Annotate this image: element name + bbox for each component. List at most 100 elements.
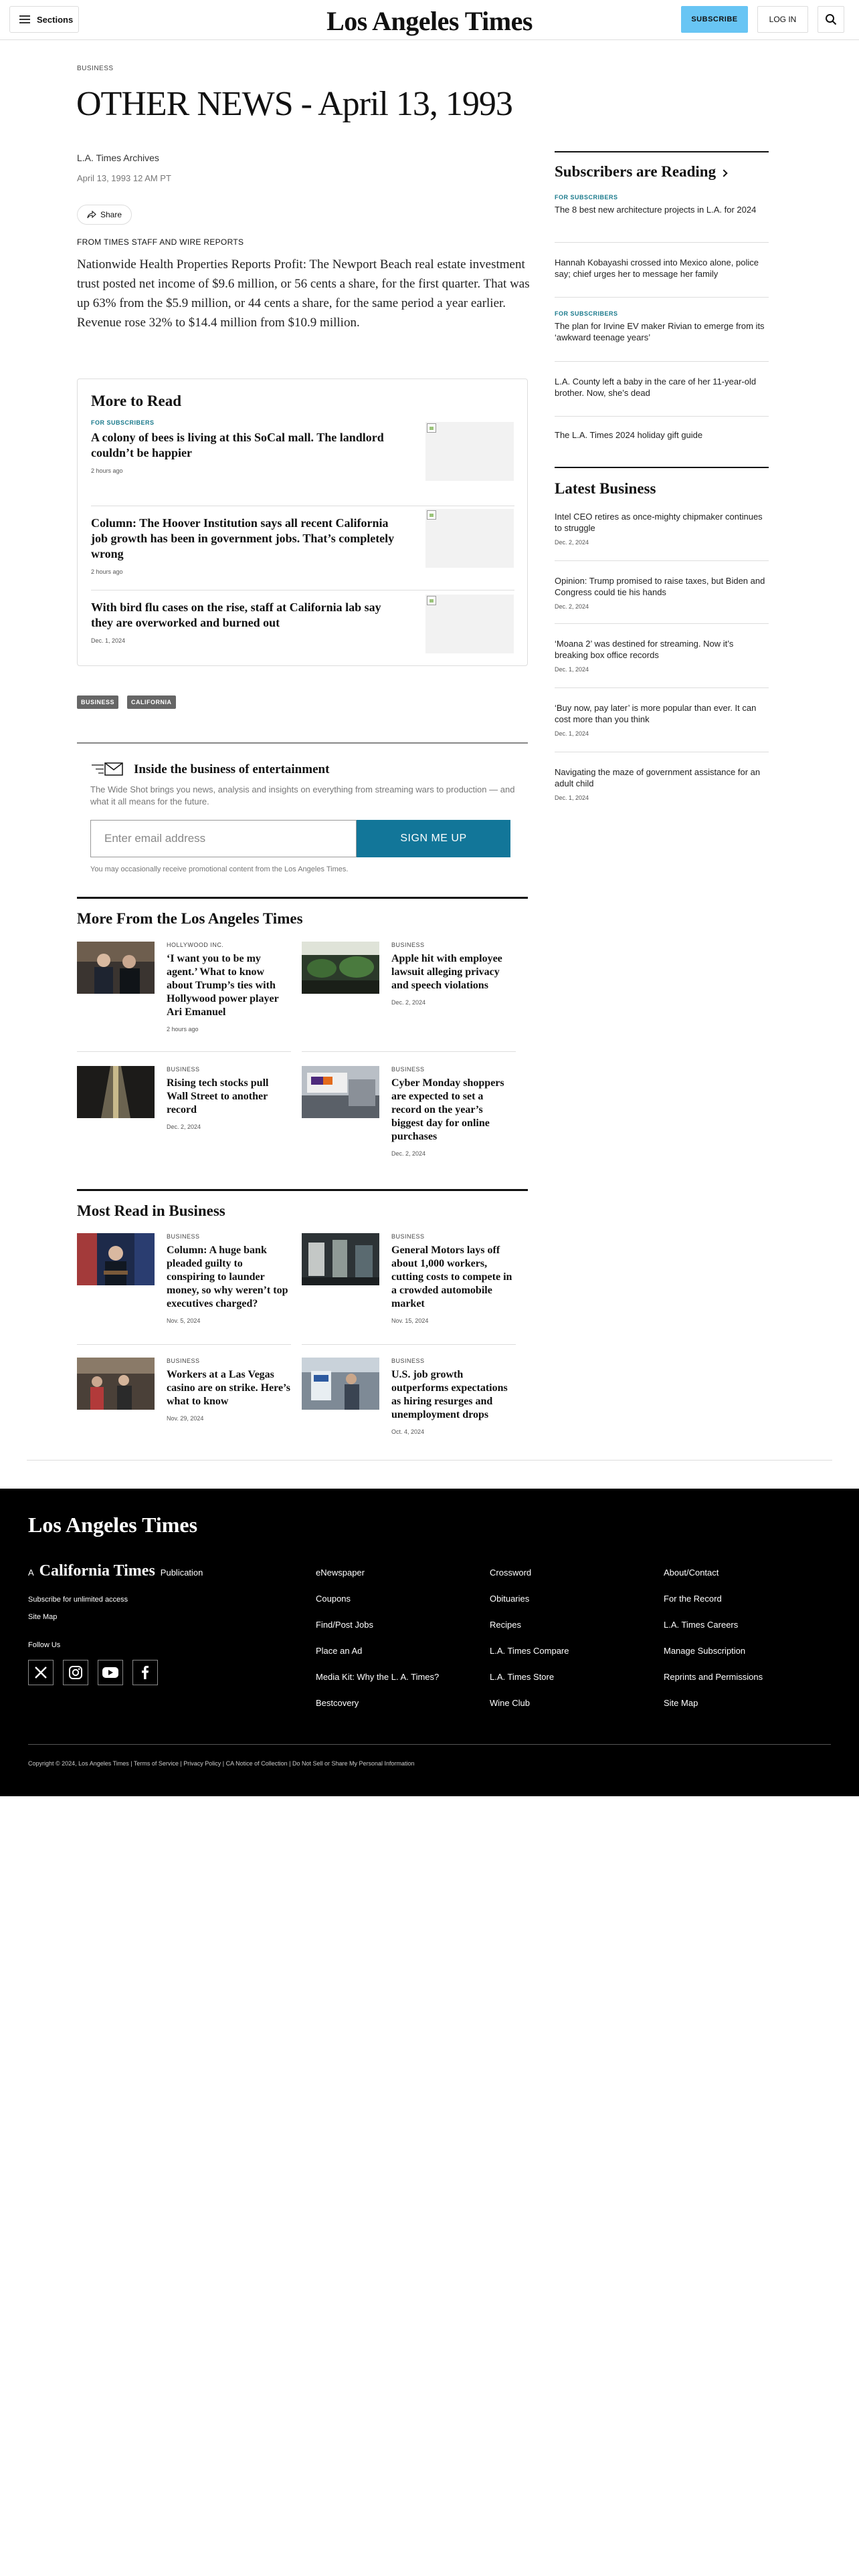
sidebar-item-text[interactable]: L.A. County left a baby in the care of h…: [555, 376, 769, 399]
footer-link-bestcovery[interactable]: Bestcovery: [316, 1698, 359, 1708]
card-headline[interactable]: General Motors lays off about 1,000 work…: [391, 1244, 516, 1311]
thumbnail-image[interactable]: [425, 595, 514, 653]
instagram-link[interactable]: [63, 1660, 88, 1685]
subscribers-reading-title[interactable]: Subscribers are Reading: [555, 163, 728, 181]
card-tag[interactable]: BUSINESS: [391, 1233, 516, 1240]
story-card[interactable]: BUSINESS Cyber Monday shoppers are expec…: [302, 1066, 516, 1166]
sidebar-item[interactable]: Intel CEO retires as once-mighty chipmak…: [555, 511, 769, 546]
story-image[interactable]: [77, 1066, 155, 1118]
footer-link-site-map[interactable]: Site Map: [664, 1698, 698, 1708]
newsletter-description: The Wide Shot brings you news, analysis …: [90, 784, 515, 807]
story-image[interactable]: [302, 1358, 379, 1410]
card-headline[interactable]: Apple hit with employee lawsuit alleging…: [391, 952, 516, 992]
youtube-link[interactable]: [98, 1660, 123, 1685]
footer-link-for-the-record[interactable]: For the Record: [664, 1594, 722, 1604]
footer-link-manage-subscription[interactable]: Manage Subscription: [664, 1646, 745, 1656]
sidebar-item-text[interactable]: Opinion: Trump promised to raise taxes, …: [555, 575, 769, 598]
card-headline[interactable]: Workers at a Las Vegas casino are on str…: [167, 1368, 291, 1408]
sidebar-item[interactable]: ‘Moana 2’ was destined for streaming. No…: [555, 638, 769, 673]
sidebar-item[interactable]: L.A. County left a baby in the care of h…: [555, 376, 769, 399]
footer-subscribe-link[interactable]: Subscribe for unlimited access: [28, 1596, 128, 1604]
footer-link-recipes[interactable]: Recipes: [490, 1620, 521, 1630]
card-tag[interactable]: BUSINESS: [391, 1358, 516, 1364]
story-card[interactable]: HOLLYWOOD INC. ‘I want you to be my agen…: [77, 942, 291, 1042]
story-image[interactable]: [77, 942, 155, 994]
sidebar-item-text[interactable]: Hannah Kobayashi crossed into Mexico alo…: [555, 257, 769, 280]
list-item-headline[interactable]: With bird flu cases on the rise, staff a…: [91, 600, 405, 631]
card-headline[interactable]: Cyber Monday shoppers are expected to se…: [391, 1077, 516, 1144]
footer-link-obituaries[interactable]: Obituaries: [490, 1594, 529, 1604]
sidebar-item-text[interactable]: The 8 best new architecture projects in …: [555, 204, 769, 215]
story-card[interactable]: BUSINESS Column: A huge bank pleaded gui…: [77, 1233, 291, 1333]
footer-link-about[interactable]: About/Contact: [664, 1568, 719, 1578]
thumbnail-image[interactable]: [425, 422, 514, 481]
login-button[interactable]: LOG IN: [757, 6, 808, 33]
sidebar-item-text[interactable]: ‘Buy now, pay later’ is more popular tha…: [555, 702, 769, 725]
footer-link-compare[interactable]: L.A. Times Compare: [490, 1646, 569, 1656]
card-tag[interactable]: BUSINESS: [391, 1066, 516, 1073]
card-tag[interactable]: BUSINESS: [167, 1233, 291, 1240]
card-tag[interactable]: BUSINESS: [167, 1066, 291, 1073]
card-tag[interactable]: BUSINESS: [391, 942, 516, 948]
footer-link-crossword[interactable]: Crossword: [490, 1568, 531, 1578]
footer-link-jobs[interactable]: Find/Post Jobs: [316, 1620, 373, 1630]
footer-site-map-link[interactable]: Site Map: [28, 1613, 57, 1621]
story-image[interactable]: [302, 1233, 379, 1285]
footer-link-store[interactable]: L.A. Times Store: [490, 1672, 554, 1682]
footer-link-enewspaper[interactable]: eNewspaper: [316, 1568, 365, 1578]
footer-link-wine-club[interactable]: Wine Club: [490, 1698, 530, 1708]
thumbnail-image[interactable]: [425, 509, 514, 568]
sidebar-item-text[interactable]: ‘Moana 2’ was destined for streaming. No…: [555, 638, 769, 661]
card-headline[interactable]: ‘I want you to be my agent.’ What to kno…: [167, 952, 291, 1019]
card-tag[interactable]: BUSINESS: [167, 1358, 291, 1364]
story-card[interactable]: BUSINESS Workers at a Las Vegas casino a…: [77, 1358, 291, 1431]
tag-california[interactable]: CALIFORNIA: [127, 695, 176, 709]
card-headline[interactable]: Column: A huge bank pleaded guilty to co…: [167, 1244, 291, 1311]
footer-link-coupons[interactable]: Coupons: [316, 1594, 351, 1604]
sign-up-button[interactable]: SIGN ME UP: [357, 820, 510, 857]
card-headline[interactable]: Rising tech stocks pull Wall Street to a…: [167, 1077, 291, 1117]
story-image[interactable]: [302, 942, 379, 994]
card-date: Dec. 2, 2024: [391, 999, 426, 1006]
card-date: Dec. 2, 2024: [391, 1150, 426, 1157]
card-headline[interactable]: U.S. job growth outperforms expectations…: [391, 1368, 516, 1422]
story-card[interactable]: BUSINESS Rising tech stocks pull Wall St…: [77, 1066, 291, 1133]
subscribe-button[interactable]: SUBSCRIBE: [681, 6, 748, 33]
list-item-headline[interactable]: Column: The Hoover Institution says all …: [91, 516, 405, 562]
sidebar-item-text[interactable]: Navigating the maze of government assist…: [555, 766, 769, 789]
footer-logo[interactable]: Los Angeles Times: [28, 1513, 197, 1537]
footer-link-careers[interactable]: L.A. Times Careers: [664, 1620, 738, 1630]
list-item-headline[interactable]: A colony of bees is living at this SoCal…: [91, 430, 405, 461]
sidebar-item[interactable]: Hannah Kobayashi crossed into Mexico alo…: [555, 257, 769, 280]
california-times-logo[interactable]: California Times: [39, 1562, 155, 1580]
footer-link-reprints[interactable]: Reprints and Permissions: [664, 1672, 763, 1682]
article-kicker[interactable]: BUSINESS: [77, 65, 114, 72]
sidebar-item[interactable]: The L.A. Times 2024 holiday gift guide: [555, 429, 769, 441]
broken-image-icon: [427, 510, 436, 520]
story-image[interactable]: [77, 1358, 155, 1410]
search-button[interactable]: [818, 6, 844, 33]
sidebar-item[interactable]: FOR SUBSCRIBERS The plan for Irvine EV m…: [555, 310, 769, 343]
sidebar-item-text[interactable]: The plan for Irvine EV maker Rivian to e…: [555, 320, 769, 343]
tag-business[interactable]: BUSINESS: [77, 695, 119, 709]
sidebar-item-text[interactable]: The L.A. Times 2024 holiday gift guide: [555, 429, 769, 441]
footer-link-place-ad[interactable]: Place an Ad: [316, 1646, 362, 1656]
story-image[interactable]: [77, 1233, 155, 1285]
email-input[interactable]: Enter email address: [90, 820, 357, 857]
x-link[interactable]: [28, 1660, 54, 1685]
sidebar-item[interactable]: FOR SUBSCRIBERS The 8 best new architect…: [555, 194, 769, 215]
facebook-link[interactable]: [132, 1660, 158, 1685]
article-byline[interactable]: L.A. Times Archives: [77, 152, 159, 163]
sidebar-item[interactable]: Opinion: Trump promised to raise taxes, …: [555, 575, 769, 610]
story-card[interactable]: BUSINESS General Motors lays off about 1…: [302, 1233, 516, 1333]
card-tag[interactable]: HOLLYWOOD INC.: [167, 942, 291, 948]
sidebar-item[interactable]: Navigating the maze of government assist…: [555, 766, 769, 801]
sidebar-item-text[interactable]: Intel CEO retires as once-mighty chipmak…: [555, 511, 769, 534]
story-card[interactable]: BUSINESS U.S. job growth outperforms exp…: [302, 1358, 516, 1444]
footer-divider: [28, 1744, 831, 1745]
story-image[interactable]: [302, 1066, 379, 1118]
story-card[interactable]: BUSINESS Apple hit with employee lawsuit…: [302, 942, 516, 1015]
footer-link-media-kit[interactable]: Media Kit: Why the L. A. Times?: [316, 1672, 439, 1682]
share-button[interactable]: Share: [77, 205, 132, 225]
sidebar-item[interactable]: ‘Buy now, pay later’ is more popular tha…: [555, 702, 769, 737]
